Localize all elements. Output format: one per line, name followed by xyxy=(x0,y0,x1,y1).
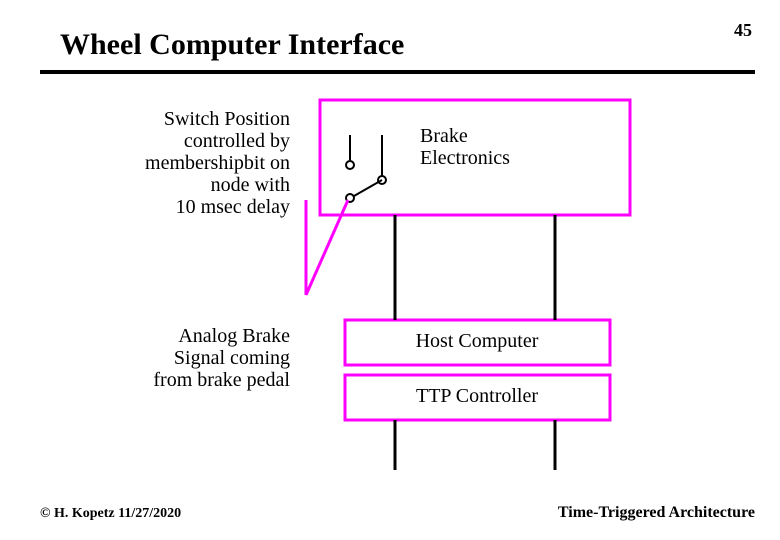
switch-contact-upper xyxy=(346,161,354,169)
diagram xyxy=(0,0,780,540)
brake-electronics-label: Brake Electronics xyxy=(420,125,510,169)
footer-right: Time-Triggered Architecture xyxy=(558,504,755,522)
ttp-controller-label: TTP Controller xyxy=(372,385,582,407)
footer-left: © H. Kopetz 11/27/2020 xyxy=(40,506,181,522)
slide: Wheel Computer Interface 45 Switch Posit… xyxy=(0,0,780,540)
host-computer-label: Host Computer xyxy=(372,330,582,352)
switch-blade xyxy=(354,180,382,196)
